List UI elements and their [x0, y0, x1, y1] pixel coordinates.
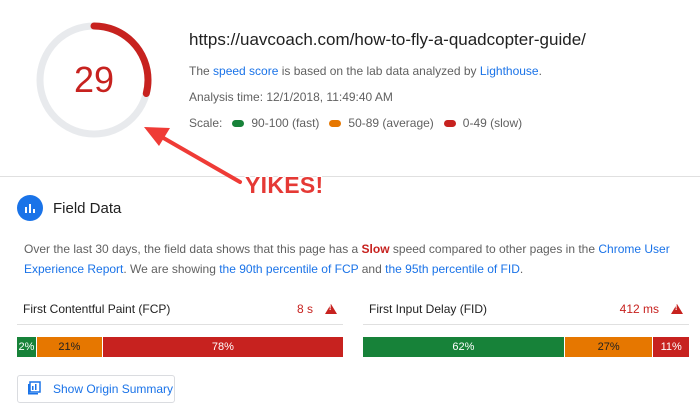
desc-text: and	[358, 262, 386, 276]
metric-value-text: 8 s	[296, 302, 313, 316]
field-data-description: Over the last 30 days, the field data sh…	[24, 239, 684, 279]
distribution-segment-fast: 62%	[363, 337, 565, 357]
score-description: The speed score is based on the lab data…	[189, 64, 694, 78]
metric-label: First Input Delay (FID)	[369, 302, 488, 316]
distribution-bar: 2% 21% 78%	[17, 337, 343, 357]
field-data-header: Field Data	[17, 195, 121, 221]
scale-item-fast: 90-100 (fast)	[232, 116, 319, 130]
origin-summary-icon	[27, 380, 41, 398]
desc-text: . We are showing	[123, 262, 220, 276]
yikes-annotation: YIKES!	[245, 172, 324, 198]
metric-label: First Contentful Paint (FCP)	[23, 302, 171, 316]
desc-text: speed compared to other pages in the	[389, 242, 599, 256]
desc-text: Over the last 30 days, the field data sh…	[24, 242, 362, 256]
analysis-time: Analysis time: 12/1/2018, 11:49:40 AM	[189, 90, 393, 104]
average-dot-icon	[329, 119, 342, 127]
desc-text: .	[538, 64, 542, 78]
metric-value: 412 ms	[620, 302, 683, 316]
distribution-segment-fast: 2%	[17, 337, 37, 357]
metric-value: 8 s	[297, 302, 337, 316]
warning-icon	[671, 304, 683, 314]
metric-fcp: First Contentful Paint (FCP) 8 s 2%21%78…	[17, 296, 343, 357]
scale-item-label: 50-89 (average)	[348, 116, 434, 130]
lab-summary: https://uavcoach.com/how-to-fly-a-quadco…	[189, 30, 694, 130]
metric-fid: First Input Delay (FID) 412 ms 62%27%11%	[363, 296, 689, 357]
fid-percentile-link[interactable]: the 95th percentile of FID	[385, 262, 520, 276]
distribution-segment-average: 27%	[564, 337, 654, 357]
fcp-percentile-link[interactable]: the 90th percentile of FCP	[219, 262, 358, 276]
scale-item-label: 90-100 (fast)	[251, 116, 320, 130]
warning-icon	[325, 304, 337, 314]
metric-header: First Contentful Paint (FCP) 8 s	[17, 296, 343, 325]
lighthouse-link[interactable]: Lighthouse	[480, 64, 539, 78]
distribution-segment-slow: 11%	[653, 337, 689, 357]
slow-dot-icon	[443, 119, 456, 127]
analyzed-url: https://uavcoach.com/how-to-fly-a-quadco…	[189, 30, 586, 49]
metric-value-text: 412 ms	[619, 302, 659, 316]
bar-chart-icon	[17, 195, 43, 221]
score-value: 29	[73, 59, 115, 100]
score-scale: Scale: 90-100 (fast) 50-89 (average) 0-4…	[189, 116, 694, 130]
distribution-segment-average: 21%	[37, 337, 103, 357]
scale-item-label: 0-49 (slow)	[462, 116, 523, 130]
scale-label: Scale:	[189, 116, 223, 130]
field-data-title: Field Data	[53, 199, 122, 217]
score-gauge: 29	[34, 20, 154, 140]
speed-score-link[interactable]: speed score	[213, 64, 278, 78]
desc-text: The	[189, 64, 214, 78]
desc-text: .	[519, 262, 524, 276]
distribution-segment-slow: 78%	[102, 337, 343, 357]
section-divider	[0, 176, 700, 177]
distribution-bar: 62% 27% 11%	[363, 337, 689, 357]
origin-summary-label: Show Origin Summary	[53, 382, 174, 396]
desc-text: is based on the lab data analyzed by	[278, 64, 480, 78]
fast-dot-icon	[232, 119, 245, 127]
scale-item-average: 50-89 (average)	[329, 116, 434, 130]
show-origin-summary-button[interactable]: Show Origin Summary	[17, 375, 175, 403]
metric-header: First Input Delay (FID) 412 ms	[363, 296, 689, 325]
slow-label: Slow	[361, 242, 390, 256]
scale-item-slow: 0-49 (slow)	[443, 116, 523, 130]
